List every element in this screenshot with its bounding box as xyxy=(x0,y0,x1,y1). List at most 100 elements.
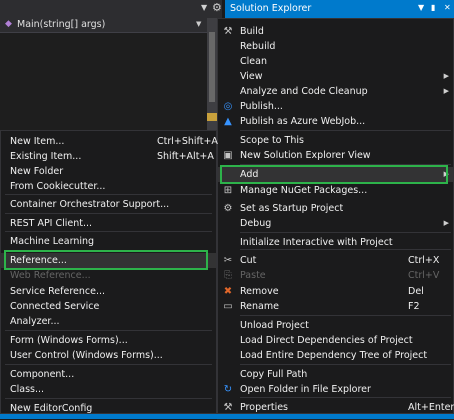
menu-separator xyxy=(240,232,451,233)
menu-separator xyxy=(240,315,451,316)
menu-item-publish-as-azure-webjob[interactable]: ▲ Publish as Azure WebJob... xyxy=(218,114,453,129)
code-editor[interactable] xyxy=(0,33,207,130)
add-item-analyzer[interactable]: Analyzer... xyxy=(1,314,216,329)
menu-item-shortcut: Alt+Enter xyxy=(408,402,454,413)
dropdown-arrow-icon[interactable]: ▼ xyxy=(418,3,424,12)
menu-item-label: REST API Client... xyxy=(10,218,93,229)
menu-item-load-direct-dependencies-of-project[interactable]: Load Direct Dependencies of Project xyxy=(218,333,453,348)
add-item-new-item[interactable]: New Item... Ctrl+Shift+A xyxy=(1,134,218,149)
menu-item-set-as-startup-project[interactable]: ⚙ Set as Startup Project xyxy=(218,201,453,216)
project-context-menu: ⚒ Build Rebuild Clean View ▶ Analyze and Code … xyxy=(217,18,454,414)
menu-item-label: Unload Project xyxy=(240,320,309,331)
menu-item-shortcut: Ctrl+X xyxy=(408,255,440,266)
solution-explorer-titlebar: Solution Explorer ▼ ▮ ✕ xyxy=(225,0,454,18)
menu-separator xyxy=(5,213,212,214)
menu-item-label: New Folder xyxy=(10,166,64,177)
menu-item-analyze-and-code-cleanup[interactable]: Analyze and Code Cleanup ▶ xyxy=(218,84,453,99)
menu-item-label: Load Direct Dependencies of Project xyxy=(240,335,413,346)
add-item-machine-learning[interactable]: Machine Learning xyxy=(1,234,216,249)
menu-item-label: Initialize Interactive with Project xyxy=(240,237,393,248)
menu-item-label: Component... xyxy=(10,369,75,380)
add-item-rest-api-client[interactable]: REST API Client... xyxy=(1,216,216,231)
menu-item-label: User Control (Windows Forms)... xyxy=(10,350,163,361)
chevron-down-icon: ▼ xyxy=(196,20,202,28)
menu-item-label: Web Reference... xyxy=(10,270,91,281)
menu-item-label: Clean xyxy=(240,56,267,67)
menu-item-label: Publish... xyxy=(240,101,283,112)
add-item-service-reference[interactable]: Service Reference... xyxy=(1,284,216,299)
editor-scrollbar[interactable] xyxy=(207,18,217,130)
add-item-container-orchestrator-support[interactable]: Container Orchestrator Support... xyxy=(1,197,216,212)
menu-item-scope-to-this[interactable]: Scope to This xyxy=(218,133,453,148)
menu-item-label: Rebuild xyxy=(240,41,276,52)
rename-icon: ▭ xyxy=(223,301,233,312)
menu-item-debug[interactable]: Debug ▶ xyxy=(218,216,453,231)
highlight-box xyxy=(4,250,208,270)
menu-item-label: Form (Windows Forms)... xyxy=(10,335,128,346)
menu-item-new-solution-explorer-view[interactable]: ▣ New Solution Explorer View xyxy=(218,148,453,163)
add-item-existing-item[interactable]: Existing Item... Shift+Alt+A xyxy=(1,149,216,164)
add-item-component[interactable]: Component... xyxy=(1,367,216,382)
menu-separator xyxy=(5,330,212,331)
menu-item-label: Copy Full Path xyxy=(240,369,308,380)
scissors-icon: ✂ xyxy=(223,255,233,266)
menu-item-label: Analyzer... xyxy=(10,316,60,327)
menu-item-label: Publish as Azure WebJob... xyxy=(240,116,366,127)
menu-item-label: From Cookiecutter... xyxy=(10,181,106,192)
menu-item-label: Manage NuGet Packages... xyxy=(240,185,368,196)
menu-item-label: Cut xyxy=(240,255,257,266)
menu-item-copy-full-path[interactable]: Copy Full Path xyxy=(218,367,453,382)
scrollbar-thumb[interactable] xyxy=(209,32,215,102)
menu-item-build[interactable]: ⚒ Build xyxy=(218,24,453,39)
menu-item-clean[interactable]: Clean xyxy=(218,54,453,69)
submenu-arrow-icon: ▶ xyxy=(443,87,449,95)
dropdown-arrow-icon[interactable]: ▼ xyxy=(201,3,207,12)
menu-item-label: Build xyxy=(240,26,264,37)
menu-item-open-folder-in-file-explorer[interactable]: ↻ Open Folder in File Explorer xyxy=(218,382,453,397)
menu-item-shortcut: Ctrl+V xyxy=(408,270,440,281)
menu-item-properties[interactable]: ⚒ Properties Alt+Enter xyxy=(218,400,454,415)
menu-item-label: Rename xyxy=(240,301,279,312)
menu-item-unload-project[interactable]: Unload Project xyxy=(218,318,453,333)
menu-item-publish[interactable]: ◎ Publish... xyxy=(218,99,453,114)
add-item-from-cookiecutter[interactable]: From Cookiecutter... xyxy=(1,179,216,194)
wrench-icon: ⚒ xyxy=(223,402,233,413)
menu-separator xyxy=(240,397,451,398)
pin-icon[interactable]: ▮ xyxy=(431,3,435,12)
menu-item-view[interactable]: View ▶ xyxy=(218,69,453,84)
menu-item-remove[interactable]: ✖ Remove Del xyxy=(218,284,453,299)
menu-item-rename[interactable]: ▭ Rename F2 xyxy=(218,299,453,314)
menu-item-paste: ⎘ Paste Ctrl+V xyxy=(218,268,453,283)
member-dropdown[interactable]: ◆ Main(string[] args) ▼ xyxy=(0,18,207,33)
menu-item-load-entire-dependency-tree-of-project[interactable]: Load Entire Dependency Tree of Project xyxy=(218,348,453,363)
menu-separator xyxy=(5,231,212,232)
menu-item-label: Debug xyxy=(240,218,272,229)
add-submenu: New Item... Ctrl+Shift+A Existing Item... S… xyxy=(0,130,218,414)
gear-icon[interactable]: ⚙ xyxy=(212,1,222,14)
menu-item-initialize-interactive-with-project[interactable]: Initialize Interactive with Project xyxy=(218,235,453,250)
globe-icon: ◎ xyxy=(223,101,233,112)
menu-item-shortcut: Del xyxy=(408,286,424,297)
menu-item-label: Paste xyxy=(240,270,266,281)
menu-item-label: View xyxy=(240,71,263,82)
add-item-user-control-windows-forms[interactable]: User Control (Windows Forms)... xyxy=(1,348,216,363)
menu-item-manage-nuget-packages[interactable]: ⊞ Manage NuGet Packages... xyxy=(218,183,453,198)
menu-item-label: Class... xyxy=(10,384,45,395)
add-item-new-folder[interactable]: New Folder xyxy=(1,164,216,179)
menu-item-label: Open Folder in File Explorer xyxy=(240,384,371,395)
menu-item-label: Connected Service xyxy=(10,301,100,312)
method-icon: ◆ xyxy=(5,19,12,29)
close-icon[interactable]: ✕ xyxy=(444,3,451,12)
menu-item-rebuild[interactable]: Rebuild xyxy=(218,39,453,54)
menu-item-label: Analyze and Code Cleanup xyxy=(240,86,368,97)
add-item-class[interactable]: Class... xyxy=(1,382,216,397)
menu-item-shortcut: Shift+Alt+A xyxy=(157,151,214,162)
add-item-connected-service[interactable]: Connected Service xyxy=(1,299,216,314)
menu-item-label: Load Entire Dependency Tree of Project xyxy=(240,350,428,361)
menu-item-label: New Solution Explorer View xyxy=(240,150,371,161)
menu-item-label: Existing Item... xyxy=(10,151,82,162)
add-item-form-windows-forms[interactable]: Form (Windows Forms)... xyxy=(1,333,216,348)
solution-explorer-title: Solution Explorer xyxy=(230,3,312,14)
menu-item-cut[interactable]: ✂ Cut Ctrl+X xyxy=(218,253,453,268)
menu-separator xyxy=(5,194,212,195)
